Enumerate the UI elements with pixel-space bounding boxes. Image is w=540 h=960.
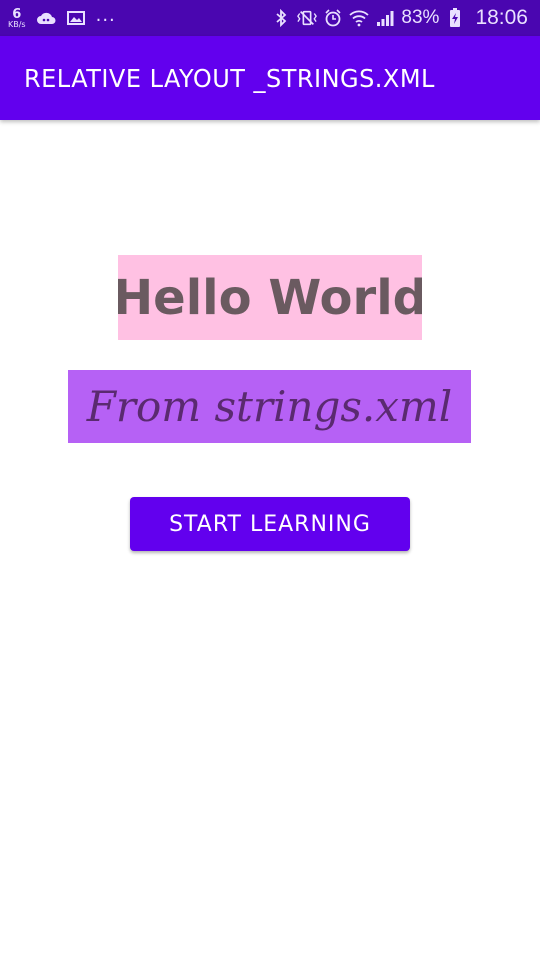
status-clock: 18:06: [475, 6, 528, 29]
bluetooth-icon: [271, 9, 291, 27]
battery-charging-icon: [445, 8, 465, 27]
from-strings-text: From strings.xml: [68, 370, 471, 443]
signal-icon: [375, 9, 395, 27]
status-bar: 6 KB/s ... 83% 18:06: [0, 0, 540, 36]
image-icon: [66, 9, 86, 27]
network-speed-value: 6: [12, 6, 22, 22]
wifi-icon: [349, 9, 370, 27]
app-bar: RELATIVE LAYOUT _STRINGS.XML: [0, 36, 540, 120]
alarm-icon: [323, 9, 343, 27]
more-notifications-indicator: ...: [95, 4, 116, 26]
network-speed-unit: KB/s: [8, 19, 26, 29]
cloud-icon: [36, 9, 56, 27]
status-right-group: 83% 18:06: [271, 0, 528, 36]
hello-world-text: Hello World: [118, 255, 422, 340]
start-learning-button[interactable]: START LEARNING: [130, 497, 410, 551]
network-speed: 6 KB/s: [8, 8, 26, 29]
battery-percent: 83%: [401, 7, 440, 28]
vibrate-icon: [297, 9, 318, 27]
app-title: RELATIVE LAYOUT _STRINGS.XML: [24, 63, 435, 93]
status-left-group: 6 KB/s ...: [8, 0, 116, 36]
